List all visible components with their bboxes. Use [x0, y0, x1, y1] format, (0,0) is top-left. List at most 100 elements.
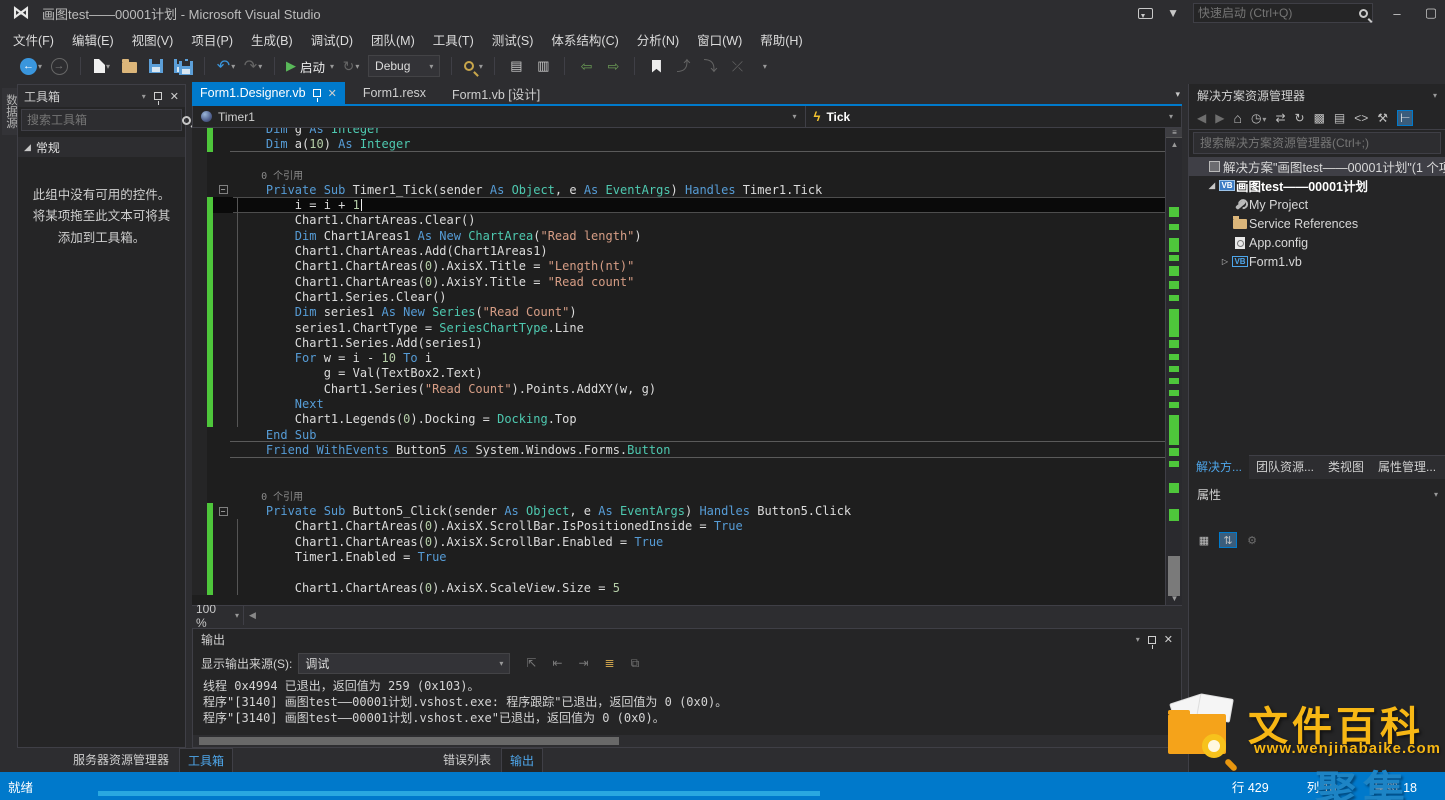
notifications-flag-icon[interactable]: ▼: [1167, 6, 1179, 20]
property-pages-icon[interactable]: ⚙: [1243, 532, 1261, 548]
tab-close-icon[interactable]: ✕: [328, 87, 337, 100]
editor-vertical-scrollbar[interactable]: ▲ ▼: [1165, 128, 1182, 605]
event-dropdown[interactable]: ϟ Tick ▾: [806, 106, 1181, 127]
menu-e[interactable]: 编辑(E): [63, 26, 123, 53]
tree-item[interactable]: 解决方案"画图test——00001计划"(1 个项目): [1189, 157, 1445, 176]
tree-item[interactable]: ▷VBForm1.vb: [1189, 252, 1445, 271]
toolbox-menu-caret-icon[interactable]: ▾: [142, 92, 146, 101]
fold-collapse-icon[interactable]: −: [219, 507, 228, 516]
solution-explorer-search-input[interactable]: [1200, 136, 1434, 150]
tree-expander-icon[interactable]: ▷: [1219, 257, 1231, 266]
tab-pin-icon[interactable]: [313, 89, 321, 97]
clear-bookmarks-button[interactable]: ⤫: [727, 55, 747, 77]
preview-selected-items-icon[interactable]: ⊢: [1397, 110, 1413, 126]
save-button[interactable]: [146, 55, 166, 77]
right-panel-tab[interactable]: 团队资源...: [1249, 454, 1321, 479]
scroll-up-icon[interactable]: ▲: [1166, 140, 1182, 149]
editor-horizontal-scrollbar[interactable]: [261, 606, 1182, 625]
menu-m[interactable]: 团队(M): [362, 26, 424, 53]
comment-button[interactable]: ▤: [506, 55, 526, 77]
show-all-files-icon[interactable]: ▤: [1334, 111, 1345, 125]
window-tab[interactable]: 错误列表: [435, 748, 499, 772]
window-tab[interactable]: 工具箱: [179, 748, 233, 772]
maximize-button[interactable]: ▢: [1421, 5, 1441, 21]
pending-changes-filter-icon[interactable]: ◷▾: [1251, 111, 1267, 125]
hscroll-left-icon[interactable]: ◀: [244, 610, 261, 621]
previous-message-icon[interactable]: ⇤: [552, 656, 562, 670]
collapse-all-icon[interactable]: ▩: [1314, 111, 1325, 125]
menu-b[interactable]: 生成(B): [242, 26, 302, 53]
uncomment-button[interactable]: ▥: [533, 55, 553, 77]
previous-bookmark-button[interactable]: ⤴: [673, 55, 693, 77]
forward-icon[interactable]: ▶: [1215, 111, 1224, 125]
open-file-button[interactable]: [119, 55, 139, 77]
window-tab[interactable]: 服务器资源管理器: [65, 748, 177, 772]
code-editor[interactable]: Dim g As Integer Dim a(10) As Integer 0 …: [192, 128, 1165, 605]
menu-t[interactable]: 工具(T): [424, 26, 483, 53]
save-all-button[interactable]: [173, 55, 193, 77]
menu-h[interactable]: 帮助(H): [751, 26, 811, 53]
home-icon[interactable]: ⌂: [1233, 110, 1241, 126]
next-message-icon[interactable]: ⇥: [578, 656, 588, 670]
properties-menu-caret-icon[interactable]: ▾: [1434, 490, 1438, 499]
categorized-icon[interactable]: ▦: [1195, 532, 1213, 548]
output-menu-caret-icon[interactable]: ▾: [1136, 635, 1140, 644]
tree-expander-icon[interactable]: ◢: [1206, 181, 1218, 190]
right-panel-tab[interactable]: 属性管理...: [1371, 454, 1443, 479]
toolbox-close-icon[interactable]: ✕: [170, 90, 179, 103]
output-scroll-thumb[interactable]: [199, 737, 619, 745]
tree-item[interactable]: App.config: [1189, 233, 1445, 252]
find-in-files-button[interactable]: ▾: [463, 55, 483, 77]
toggle-bookmark-button[interactable]: [646, 55, 666, 77]
right-panel-tab[interactable]: 类视图: [1321, 454, 1371, 479]
minimize-button[interactable]: –: [1387, 6, 1407, 21]
tree-item[interactable]: Service References: [1189, 214, 1445, 233]
output-close-icon[interactable]: ✕: [1164, 633, 1173, 646]
navigate-forward-button[interactable]: →: [49, 55, 69, 77]
menu-n[interactable]: 分析(N): [628, 26, 688, 53]
output-pin-icon[interactable]: [1148, 636, 1156, 644]
right-panel-tab[interactable]: 解决方...: [1189, 454, 1249, 479]
tab-overflow-caret-icon[interactable]: ▾: [1175, 89, 1180, 100]
redo-button[interactable]: ↷▾: [243, 55, 263, 77]
toolbar-overflow-button[interactable]: ▾: [754, 55, 774, 77]
menu-w[interactable]: 窗口(W): [688, 26, 751, 53]
feedback-icon[interactable]: [1138, 8, 1153, 19]
menu-d[interactable]: 调试(D): [302, 26, 362, 53]
view-code-icon[interactable]: <>: [1354, 111, 1368, 125]
menu-f[interactable]: 文件(F): [4, 26, 63, 53]
tree-item[interactable]: ◢VB画图test——00001计划: [1189, 176, 1445, 195]
new-file-button[interactable]: ▾: [92, 55, 112, 77]
undo-button[interactable]: ↶▾: [216, 55, 236, 77]
editor-scroll-thumb[interactable]: [1168, 556, 1180, 596]
restart-button[interactable]: ↻▾: [341, 55, 361, 77]
document-tab[interactable]: Form1.vb [设计]: [444, 82, 548, 104]
decrease-indent-button[interactable]: ⇦: [576, 55, 596, 77]
refresh-icon[interactable]: ↻: [1295, 111, 1305, 125]
properties-icon[interactable]: ⚒: [1377, 111, 1388, 125]
quick-launch-box[interactable]: [1193, 3, 1373, 23]
fold-collapse-icon[interactable]: −: [219, 185, 228, 194]
menu-s[interactable]: 测试(S): [483, 26, 543, 53]
zoom-level-dropdown[interactable]: 100 % ▾: [192, 606, 244, 625]
increase-indent-button[interactable]: ⇨: [603, 55, 623, 77]
solution-explorer-search-box[interactable]: [1193, 132, 1441, 154]
clear-all-icon[interactable]: ≣: [605, 656, 615, 670]
navigate-backward-button[interactable]: ←▾: [20, 55, 42, 77]
tree-item[interactable]: My Project: [1189, 195, 1445, 214]
output-log[interactable]: 线程 0x4994 已退出，返回值为 259 (0x103)。程序"[3140]…: [193, 676, 1181, 735]
document-tab[interactable]: Form1.Designer.vb✕: [192, 82, 345, 104]
alphabetical-sort-icon[interactable]: ⇅: [1219, 532, 1237, 548]
solution-configuration-dropdown[interactable]: Debug▾: [368, 55, 440, 77]
toolbox-search-box[interactable]: ▾: [21, 109, 182, 131]
quick-launch-input[interactable]: [1198, 6, 1359, 20]
menu-c[interactable]: 体系结构(C): [542, 26, 627, 53]
editor-split-handle[interactable]: [1166, 128, 1182, 138]
find-message-icon[interactable]: ⇱: [526, 656, 536, 670]
object-dropdown[interactable]: Timer1 ▾: [193, 106, 806, 127]
next-bookmark-button[interactable]: ⤵: [700, 55, 720, 77]
menu-p[interactable]: 项目(P): [182, 26, 242, 53]
output-source-dropdown[interactable]: 调试 ▾: [298, 653, 510, 674]
toolbox-pin-icon[interactable]: [154, 92, 162, 100]
document-tab[interactable]: Form1.resx: [355, 82, 434, 104]
